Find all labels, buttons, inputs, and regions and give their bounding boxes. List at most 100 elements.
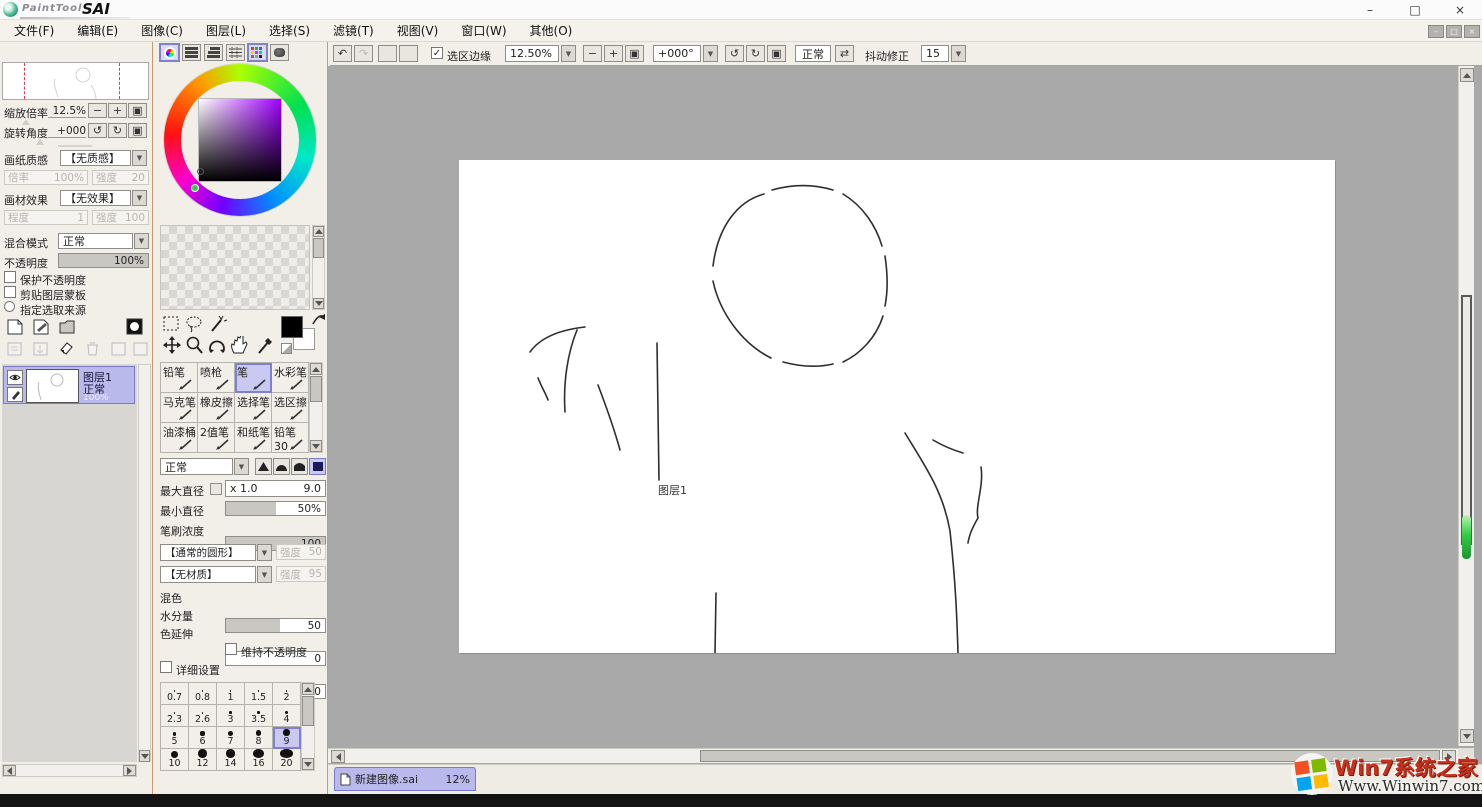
brush-size-1[interactable]: 1: [217, 683, 245, 705]
selection-source-radio[interactable]: [4, 301, 15, 312]
protect-opacity-checkbox[interactable]: [4, 271, 16, 283]
rotate-ccw-button[interactable]: ↺: [725, 45, 744, 62]
brush-edge-sharp-button[interactable]: [255, 458, 272, 475]
angle-dropdown-button[interactable]: ▼: [703, 45, 718, 62]
deselect-button[interactable]: [378, 45, 397, 62]
scratchpad-area[interactable]: [160, 225, 310, 310]
tool-11[interactable]: 铅笔30: [272, 423, 309, 453]
brush-size-20[interactable]: 20: [273, 749, 301, 771]
tool-1[interactable]: 喷枪: [198, 363, 235, 393]
brush-size-3.5[interactable]: 3.5: [245, 705, 273, 727]
layer-list-vscrollbar[interactable]: [138, 364, 151, 762]
minimize-button[interactable]: –: [1355, 2, 1385, 18]
opacity-slider[interactable]: 100%: [58, 253, 149, 268]
nav-zoom-in-button[interactable]: +: [108, 103, 127, 118]
zoom-in-button[interactable]: +: [604, 45, 623, 62]
menu-item-8[interactable]: 其他(O): [530, 22, 573, 39]
tool-0[interactable]: 铅笔: [161, 363, 198, 393]
brush-size-10[interactable]: 10: [161, 749, 189, 771]
foreground-color-swatch[interactable]: [281, 316, 303, 338]
brush-shape-dropdown[interactable]: ▼: [257, 544, 272, 561]
tool-9[interactable]: 2值笔: [198, 423, 235, 453]
layer-paint-mode-toggle[interactable]: [7, 387, 23, 402]
tool-7[interactable]: 选区擦: [272, 393, 309, 423]
menu-item-4[interactable]: 选择(S): [269, 22, 310, 39]
brush-size-2[interactable]: 2: [273, 683, 301, 705]
doc-minimize-button[interactable]: –: [1428, 25, 1444, 38]
brush-edge-square-button[interactable]: [309, 458, 326, 475]
layer-list-hscrollbar[interactable]: [2, 764, 137, 777]
brush-size-12[interactable]: 12: [189, 749, 217, 771]
brush-shape-combo[interactable]: 【通常的圆形】: [160, 544, 256, 561]
brush-texture-dropdown[interactable]: ▼: [257, 566, 272, 583]
brush-size-9[interactable]: 9: [273, 727, 301, 749]
brush-size-3[interactable]: 3: [217, 705, 245, 727]
color-wheel-tab[interactable]: [160, 44, 179, 61]
nav-zoom-out-button[interactable]: −: [88, 103, 107, 118]
nav-rotate-cw-button[interactable]: ↻: [108, 123, 127, 138]
close-button[interactable]: ×: [1445, 2, 1475, 18]
menu-item-5[interactable]: 滤镜(T): [333, 22, 374, 39]
view-tools-row[interactable]: [163, 336, 283, 356]
zoom-reset-button[interactable]: ▣: [625, 45, 644, 62]
menu-item-0[interactable]: 文件(F): [14, 22, 54, 39]
brush-size-5[interactable]: 5: [161, 727, 189, 749]
scratchpad-scrollbar[interactable]: [312, 225, 325, 310]
swatches-tab[interactable]: [248, 44, 267, 61]
layer-list[interactable]: 图层1 正常 100%: [2, 364, 137, 762]
min-diameter-slider[interactable]: 50%: [225, 501, 326, 516]
zoom-value-box[interactable]: 12.50%: [505, 45, 559, 62]
rgb-slider-tab[interactable]: [182, 44, 201, 61]
brush-texture-combo[interactable]: 【无材质】: [160, 566, 256, 583]
view-normal-button[interactable]: 正常: [795, 45, 831, 62]
flip-view-button[interactable]: ⇄: [835, 45, 854, 62]
clipping-mask-checkbox[interactable]: [4, 286, 16, 298]
brush-size-1.5[interactable]: 1.5: [245, 683, 273, 705]
tool-10[interactable]: 和纸笔: [235, 423, 272, 453]
tool-3[interactable]: 水彩笔: [272, 363, 309, 393]
tool-6[interactable]: 选择笔: [235, 393, 272, 423]
zoom-dropdown-button[interactable]: ▼: [561, 45, 576, 62]
brush-size-0.7[interactable]: 0.7: [161, 683, 189, 705]
material-effect-combo[interactable]: 【无效果】: [60, 190, 131, 206]
layer-visibility-toggle[interactable]: [7, 370, 23, 385]
blend-mode-dropdown[interactable]: ▼: [134, 233, 149, 249]
jitter-value-box[interactable]: 15: [921, 45, 949, 62]
canvas-hscrollbar[interactable]: [328, 748, 1458, 763]
brush-size-4[interactable]: 4: [273, 705, 301, 727]
paper-texture-dropdown[interactable]: ▼: [132, 150, 147, 166]
mixer-slider-tab[interactable]: [226, 44, 245, 61]
canvas-vscrollbar[interactable]: [1458, 66, 1474, 746]
selection-tools-row[interactable]: [163, 314, 273, 334]
brush-size-0.8[interactable]: 0.8: [189, 683, 217, 705]
default-colors-icon[interactable]: [281, 343, 292, 354]
menu-item-1[interactable]: 编辑(E): [77, 22, 118, 39]
brush-blend-dropdown[interactable]: ▼: [234, 458, 249, 475]
tool-2[interactable]: 笔: [235, 363, 272, 393]
brush-size-8[interactable]: 8: [245, 727, 273, 749]
rotate-reset-button[interactable]: ▣: [767, 45, 786, 62]
tool-grid-scrollbar[interactable]: [309, 362, 323, 453]
size-grid-scrollbar[interactable]: [301, 682, 315, 771]
layer-row-selected[interactable]: 图层1 正常 100%: [3, 366, 135, 404]
menu-item-6[interactable]: 视图(V): [397, 22, 439, 39]
undo-button[interactable]: ↶: [333, 45, 352, 62]
brush-size-2.6[interactable]: 2.6: [189, 705, 217, 727]
material-effect-dropdown[interactable]: ▼: [132, 190, 147, 206]
keep-opacity-checkbox[interactable]: [225, 643, 237, 655]
blend-mode-combo[interactable]: 正常: [58, 233, 133, 249]
brush-size-16[interactable]: 16: [245, 749, 273, 771]
brush-size-2.3[interactable]: 2.3: [161, 705, 189, 727]
menu-item-2[interactable]: 图像(C): [141, 22, 183, 39]
brush-size-14[interactable]: 14: [217, 749, 245, 771]
paper-texture-combo[interactable]: 【无质感】: [60, 150, 131, 166]
jitter-dropdown-button[interactable]: ▼: [951, 45, 966, 62]
tool-4[interactable]: 马克笔: [161, 393, 198, 423]
nav-rotate-ccw-button[interactable]: ↺: [88, 123, 107, 138]
document-tab[interactable]: 新建图像.sai 12%: [334, 767, 476, 791]
menu-item-3[interactable]: 图层(L): [206, 22, 246, 39]
swap-colors-icon[interactable]: [311, 312, 327, 328]
layer-commands-row1[interactable]: [6, 318, 148, 336]
rotate-cw-button[interactable]: ↻: [746, 45, 765, 62]
max-diameter-unit-button[interactable]: [210, 483, 222, 495]
